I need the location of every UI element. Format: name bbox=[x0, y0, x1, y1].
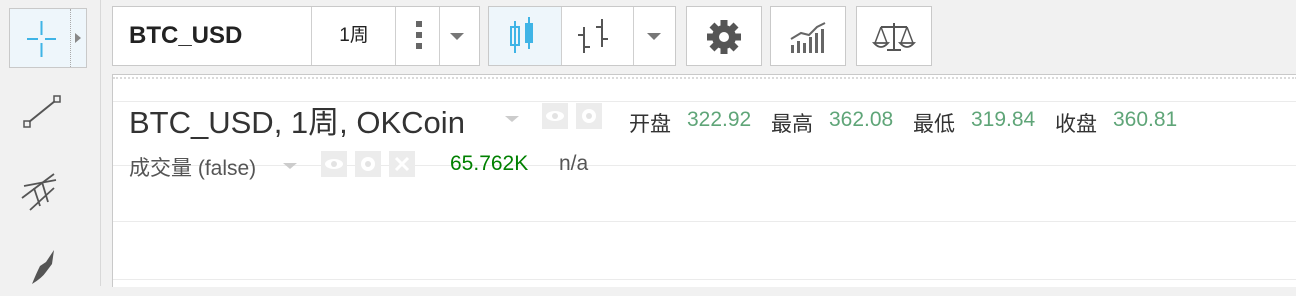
chart-style-group bbox=[488, 6, 676, 66]
divider bbox=[633, 7, 634, 65]
crosshair-flyout-toggle[interactable] bbox=[70, 9, 86, 67]
crosshair-tool-button[interactable] bbox=[9, 8, 87, 68]
series-menu-caret-icon[interactable] bbox=[505, 116, 519, 122]
volume-settings-button[interactable] bbox=[355, 151, 381, 177]
brush-icon bbox=[32, 250, 54, 284]
candles-button[interactable] bbox=[489, 7, 561, 65]
indicators-button[interactable] bbox=[770, 6, 846, 66]
volume-remove-button[interactable] bbox=[389, 151, 415, 177]
gridline bbox=[113, 221, 1296, 222]
compare-button[interactable] bbox=[856, 6, 932, 66]
brush-tool-button[interactable] bbox=[10, 236, 88, 296]
top-dotted-border bbox=[113, 77, 1296, 79]
trend-line-tool-button[interactable] bbox=[10, 84, 88, 144]
gridline bbox=[113, 279, 1296, 280]
low-label: 最低 bbox=[913, 113, 955, 136]
series-title[interactable]: BTC_USD, 1周, OKCoin bbox=[129, 97, 465, 142]
symbol-input[interactable]: BTC_USD bbox=[129, 7, 242, 65]
close-icon bbox=[394, 156, 410, 172]
interval-more-icon[interactable] bbox=[399, 21, 439, 51]
gear-icon bbox=[582, 109, 596, 123]
drawing-toolbar bbox=[0, 0, 101, 286]
close-label: 收盘 bbox=[1055, 113, 1097, 136]
pitchfork-tool-button[interactable] bbox=[10, 158, 88, 218]
compare-scale-icon bbox=[872, 23, 916, 51]
close-value: 360.81 bbox=[1113, 108, 1178, 131]
eye-icon bbox=[546, 111, 564, 121]
interval-dropdown-icon[interactable] bbox=[450, 33, 464, 40]
chart-pane[interactable]: BTC_USD, 1周, OKCoin 开盘 322.92 最高 362.08 … bbox=[112, 74, 1296, 287]
volume-legend: 成交量 (false) 65.762K n/a bbox=[129, 149, 1279, 181]
chart-style-dropdown-icon[interactable] bbox=[647, 33, 661, 40]
low-value: 319.84 bbox=[971, 108, 1036, 131]
indicators-icon bbox=[790, 22, 826, 53]
volume-ma-value: n/a bbox=[559, 152, 589, 175]
high-value: 362.08 bbox=[829, 108, 894, 131]
symbol-interval-group: BTC_USD 1周 bbox=[112, 6, 480, 66]
settings-gear-icon bbox=[707, 20, 741, 54]
eye-icon bbox=[325, 159, 343, 169]
series-settings-button[interactable] bbox=[576, 103, 602, 129]
volume-value: 65.762K bbox=[450, 152, 529, 175]
interval-button[interactable]: 1周 bbox=[313, 7, 395, 65]
series-visibility-button[interactable] bbox=[542, 103, 568, 129]
open-value: 322.92 bbox=[687, 108, 752, 131]
volume-visibility-button[interactable] bbox=[321, 151, 347, 177]
divider bbox=[439, 7, 440, 65]
settings-button[interactable] bbox=[686, 6, 762, 66]
bar-style-icon[interactable] bbox=[562, 7, 632, 65]
divider bbox=[395, 7, 396, 65]
volume-menu-caret-icon[interactable] bbox=[283, 163, 297, 169]
candles-icon bbox=[510, 17, 533, 53]
divider bbox=[311, 7, 312, 65]
trend-line-icon bbox=[23, 95, 61, 128]
series-legend: BTC_USD, 1周, OKCoin 开盘 322.92 最高 362.08 … bbox=[129, 97, 1279, 140]
pitchfork-icon bbox=[21, 173, 57, 211]
open-label: 开盘 bbox=[629, 113, 671, 136]
gear-icon bbox=[361, 157, 375, 171]
volume-title[interactable]: 成交量 (false) bbox=[129, 152, 256, 182]
high-label: 最高 bbox=[771, 113, 813, 136]
